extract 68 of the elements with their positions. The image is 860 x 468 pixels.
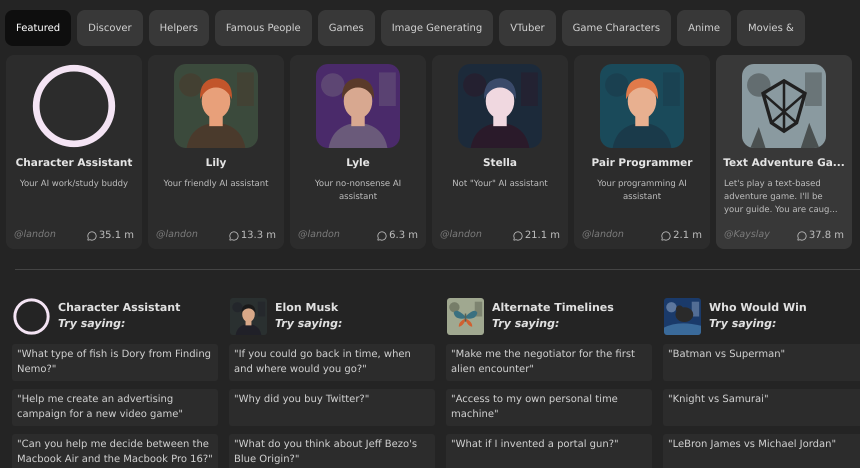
example-prompt[interactable]: "Batman vs Superman": [663, 344, 860, 381]
example-prompt[interactable]: "Can you help me decide between the Macbook Air and the Macbook Pro 16?": [12, 434, 218, 468]
character-card[interactable]: Text Adventure Ga... Let's play a text-based adventure game. I'll be your guide. You are caug... @Kayslay 37.8 m: [716, 55, 852, 249]
card-title: Stella: [483, 156, 517, 171]
chat-bubble-icon: [86, 230, 97, 240]
example-prompt[interactable]: "LeBron James vs Michael Jordan": [663, 434, 860, 468]
chat-bubble-icon: [228, 230, 239, 240]
prompt-label: Try saying:: [58, 316, 126, 332]
prompt-label: Try saying:: [709, 316, 778, 332]
ring-avatar-icon: [13, 298, 50, 334]
chat-count: 2.1 m: [661, 228, 702, 243]
character-card[interactable]: Lily Your friendly AI assistant @landon 13.3 m: [148, 55, 284, 249]
card-description: Your no-nonsense AI assistant: [314, 178, 402, 204]
example-prompt[interactable]: "Knight vs Samurai": [663, 389, 860, 426]
suggestion-title: Character Assistant: [58, 300, 180, 316]
chat-count: 21.1 m: [512, 228, 560, 243]
prompt-label: Try saying:: [492, 316, 560, 332]
author-handle: @landon: [156, 228, 198, 242]
card-description: Your programming AI assistant: [596, 178, 688, 204]
prompt-label: Try saying:: [275, 316, 342, 332]
chat-count: 35.1 m: [86, 228, 134, 243]
suggestion-title: Alternate Timelines: [492, 300, 614, 316]
category-tab[interactable]: Famous People: [214, 10, 312, 46]
example-prompt[interactable]: "Access to my own personal time machine": [446, 389, 652, 426]
author-handle: @landon: [298, 228, 340, 242]
category-tab[interactable]: VTuber: [499, 10, 556, 46]
card-title: Text Adventure Ga...: [723, 156, 845, 171]
example-prompt[interactable]: "What do you think about Jeff Bezo's Blue Origin?": [229, 434, 435, 468]
author-handle: @landon: [582, 228, 624, 242]
author-handle: @landon: [14, 228, 56, 242]
example-prompt[interactable]: "Make me the negotiator for the first alien encounter": [446, 344, 652, 381]
category-tab[interactable]: Helpers: [148, 10, 209, 46]
card-title: Lyle: [346, 156, 370, 171]
card-description: Your friendly AI assistant: [162, 178, 270, 191]
character-card[interactable]: Stella Not "Your" AI assistant @landon 21.1 m: [432, 55, 568, 249]
example-prompt[interactable]: "If you could go back in time, when and where would you go?": [229, 344, 435, 381]
ring-avatar-icon: [32, 64, 116, 148]
chat-count: 13.3 m: [228, 228, 276, 243]
chat-count: 6.3 m: [377, 228, 418, 243]
suggestion-title: Who Would Win: [709, 300, 807, 316]
character-card[interactable]: Pair Programmer Your programming AI assistant @landon 2.1 m: [574, 55, 710, 249]
card-description: Not "Your" AI assistant: [451, 178, 549, 191]
character-card[interactable]: Character Assistant Your AI work/study buddy @landon 35.1 m: [6, 55, 142, 249]
chat-bubble-icon: [512, 230, 523, 240]
category-tab[interactable]: Featured: [5, 10, 72, 46]
example-prompt[interactable]: "Why did you buy Twitter?": [229, 389, 435, 426]
chat-bubble-icon: [661, 230, 672, 240]
example-prompt[interactable]: "What if I invented a portal gun?": [446, 434, 652, 468]
card-description: Let's play a text-based adventure game. I'll be your guide. You are caug...: [724, 178, 839, 217]
category-tab[interactable]: Discover: [77, 10, 143, 46]
category-tab[interactable]: Games: [318, 10, 375, 46]
character-card[interactable]: Lyle Your no-nonsense AI assistant @landon 6.3 m: [290, 55, 426, 249]
category-tab[interactable]: Image Generating: [380, 10, 494, 46]
author-handle: @landon: [440, 228, 482, 242]
card-title: Character Assistant: [16, 156, 132, 171]
example-prompt[interactable]: "What type of fish is Dory from Finding Nemo?": [12, 344, 218, 381]
card-title: Pair Programmer: [592, 156, 692, 171]
category-tab[interactable]: Game Characters: [562, 10, 672, 46]
category-tab[interactable]: Movies &: [736, 10, 805, 46]
card-title: Lily: [206, 156, 226, 171]
category-tab[interactable]: Anime: [677, 10, 731, 46]
chat-count: 37.8 m: [796, 228, 844, 243]
chat-bubble-icon: [377, 230, 388, 240]
example-prompt[interactable]: "Help me create an advertising campaign for a new video game": [12, 389, 218, 426]
card-description: Your AI work/study buddy: [18, 178, 130, 191]
author-handle: @Kayslay: [724, 228, 770, 242]
chat-bubble-icon: [796, 230, 807, 240]
suggestion-title: Elon Musk: [275, 300, 340, 316]
